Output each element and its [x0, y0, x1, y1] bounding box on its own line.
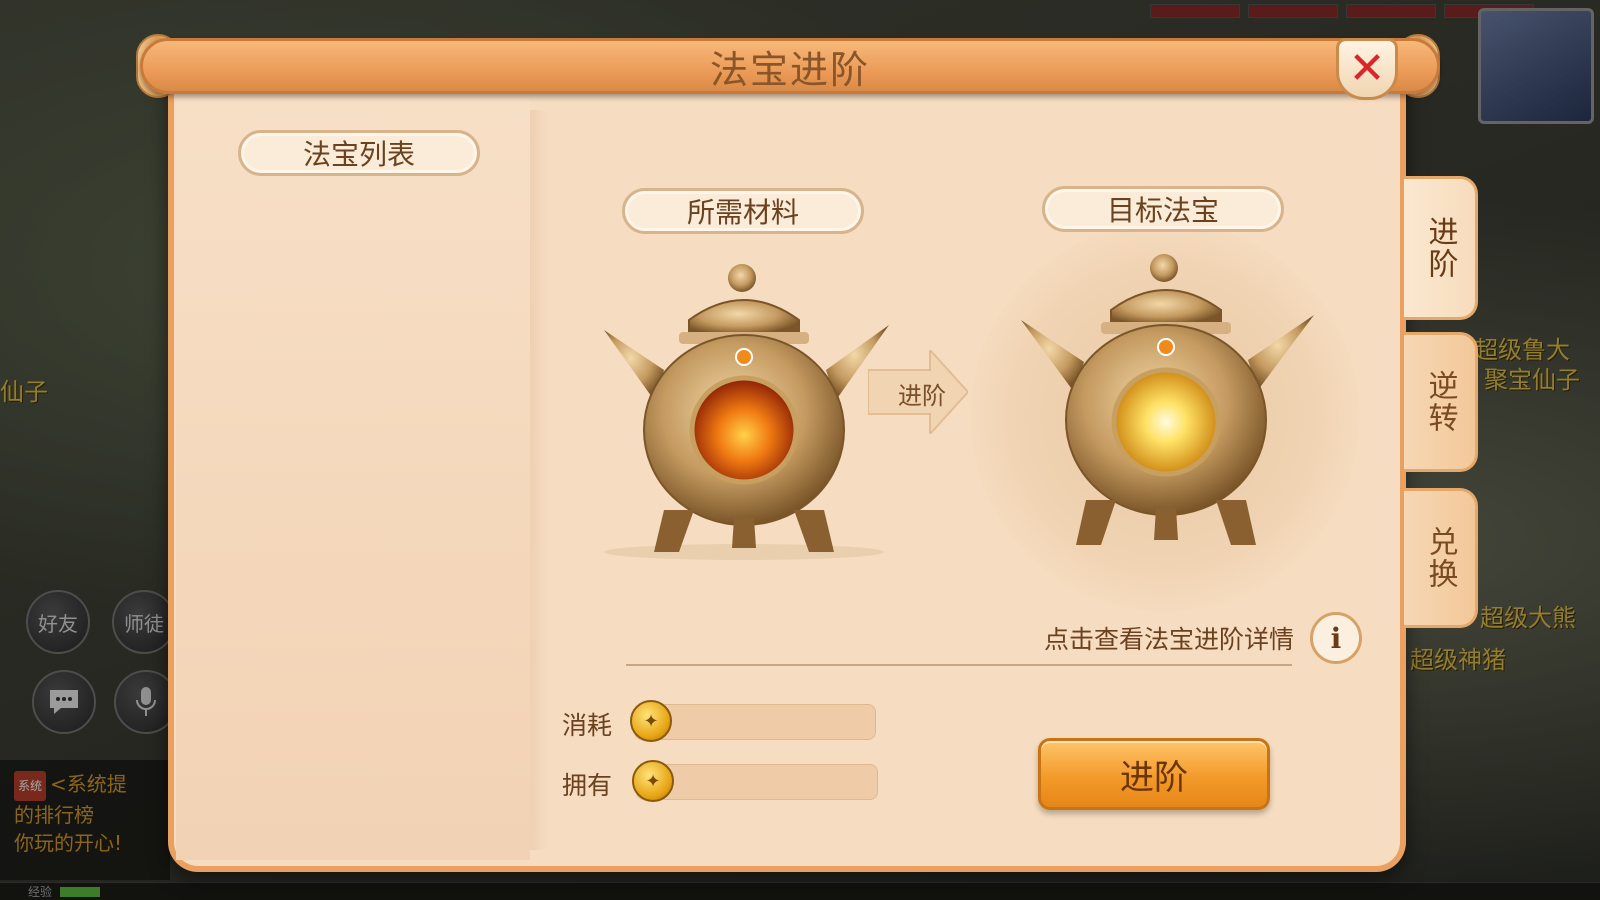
- gold-coin-icon: ✦: [630, 700, 672, 742]
- own-label: 拥有: [562, 771, 613, 800]
- tab-exchange[interactable]: 兑换: [1404, 488, 1478, 628]
- consume-label: 消耗: [562, 711, 613, 740]
- gold-coin-icon: ✦: [632, 760, 674, 802]
- tab-advance[interactable]: 进阶: [1404, 176, 1478, 320]
- arrow-label: 进阶: [898, 382, 946, 410]
- tab-reverse[interactable]: 逆转: [1404, 332, 1478, 472]
- close-button[interactable]: ✕: [1336, 38, 1398, 100]
- section-divider: [626, 664, 1292, 666]
- info-icon[interactable]: i: [1310, 612, 1362, 664]
- advance-button[interactable]: 进阶: [1038, 738, 1270, 810]
- artifact-list-header: 法宝列表: [238, 130, 480, 176]
- source-artifact-icon[interactable]: [594, 260, 894, 564]
- target-artifact-icon[interactable]: [1016, 250, 1316, 554]
- required-materials-header: 所需材料: [622, 188, 864, 234]
- panel-title: 法宝进阶: [709, 47, 870, 92]
- column-divider: [530, 110, 548, 850]
- advance-details-link[interactable]: 点击查看法宝进阶详情: [1010, 620, 1294, 656]
- close-icon: ✕: [1348, 43, 1386, 94]
- title-bar: 法宝进阶: [140, 38, 1440, 94]
- artifact-list-column[interactable]: [176, 100, 530, 860]
